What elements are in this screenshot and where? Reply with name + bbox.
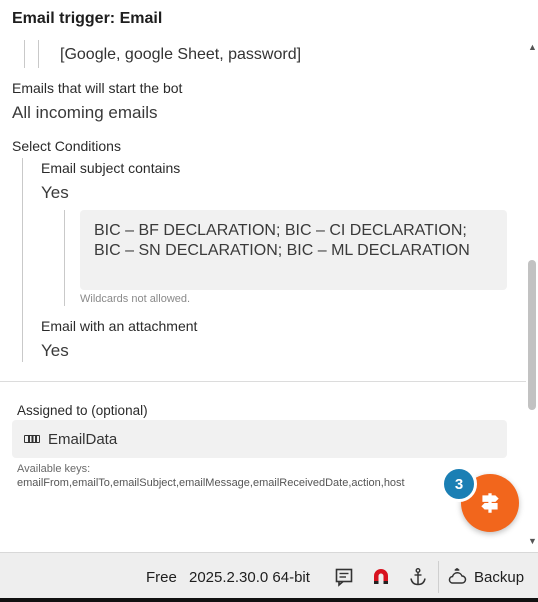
subject-condition-value: Yes	[41, 183, 69, 202]
signpost-icon	[481, 493, 499, 513]
attachment-condition-value: Yes	[41, 341, 69, 360]
vertical-scrollbar[interactable]: ▲ ▼	[526, 36, 538, 546]
emails-start-label: Emails that will start the bot	[12, 80, 183, 96]
version-label: 2025.2.30.0 64-bit	[189, 569, 310, 586]
wildcards-hint: Wildcards not allowed.	[80, 293, 191, 305]
keywords-value: [Google, google Sheet, password]	[60, 46, 302, 63]
available-keys-list: emailFrom,emailTo,emailSubject,emailMess…	[17, 477, 405, 489]
backup-icon[interactable]	[447, 567, 467, 587]
attachment-condition-label: Email with an attachment	[41, 318, 198, 334]
assigned-variable-field[interactable]: EmailData	[12, 420, 507, 458]
subject-pattern-rail	[64, 210, 65, 306]
notification-badge: 3	[441, 466, 477, 502]
keywords-rail-inner	[38, 40, 39, 68]
keywords-rail	[24, 40, 25, 68]
magnet-icon[interactable]	[371, 567, 391, 587]
section-divider	[0, 381, 526, 382]
panel-title: Email trigger: Email	[12, 10, 163, 27]
anchor-icon[interactable]	[408, 567, 428, 587]
notes-icon[interactable]	[334, 567, 354, 587]
variable-icon	[24, 435, 40, 443]
scroll-up-arrow-icon[interactable]: ▲	[528, 42, 537, 52]
subject-pattern-box: BIC – BF DECLARATION; BIC – CI DECLARATI…	[80, 210, 507, 290]
plan-label: Free	[146, 569, 177, 586]
assigned-variable-name: EmailData	[48, 430, 118, 448]
available-keys-label: Available keys:	[17, 463, 91, 475]
status-divider	[438, 561, 439, 593]
subject-pattern-line-1: BIC – BF DECLARATION; BIC – CI DECLARATI…	[94, 222, 467, 239]
subject-condition-label: Email subject contains	[41, 160, 181, 176]
emails-start-value: All incoming emails	[12, 103, 158, 122]
scrollbar-thumb[interactable]	[528, 260, 536, 410]
assigned-label: Assigned to (optional)	[17, 403, 148, 418]
window-bottom-edge	[0, 598, 538, 602]
scroll-down-arrow-icon[interactable]: ▼	[528, 536, 537, 546]
conditions-label: Select Conditions	[12, 138, 121, 154]
backup-button[interactable]: Backup	[474, 569, 524, 586]
conditions-rail	[22, 158, 23, 362]
status-bar: Free 2025.2.30.0 64-bit Backup	[0, 552, 538, 602]
subject-pattern-line-2: BIC – SN DECLARATION; BIC – ML DECLARATI…	[94, 242, 470, 259]
